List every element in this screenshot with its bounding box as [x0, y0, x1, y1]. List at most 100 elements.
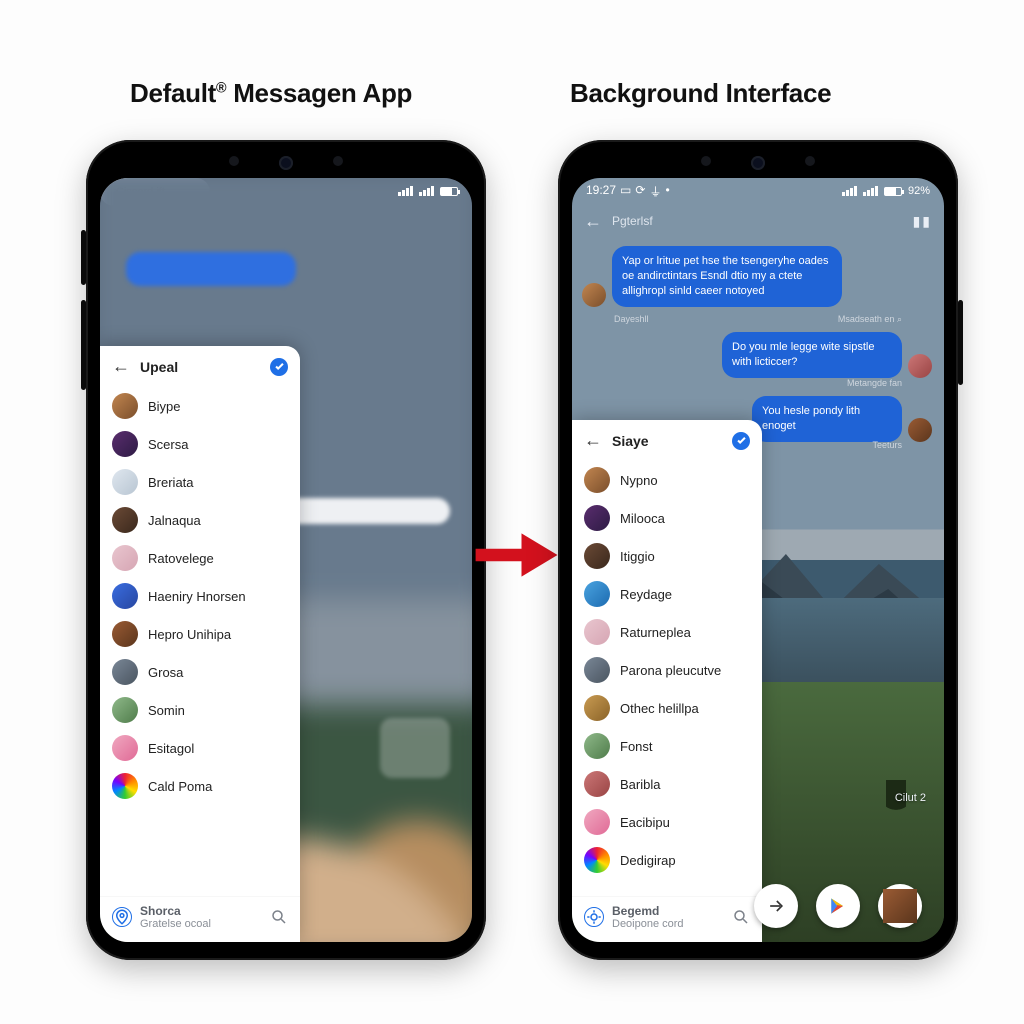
- avatar: [112, 431, 138, 457]
- contact-name: Cald Poma: [148, 779, 212, 794]
- blurred-bubble: [380, 718, 450, 778]
- battery-icon: [440, 187, 458, 196]
- contact-name: Othec helillpa: [620, 701, 699, 716]
- contact-row[interactable]: Milooca: [572, 499, 762, 537]
- avatar: [112, 393, 138, 419]
- avatar: [112, 469, 138, 495]
- contact-row[interactable]: Haeniry Hnorsen: [100, 577, 300, 615]
- chat-title: Pgterlsf: [612, 214, 653, 228]
- contact-row[interactable]: Breriata: [100, 463, 300, 501]
- avatar: [883, 889, 917, 923]
- contact-name: Itiggio: [620, 549, 655, 564]
- signal-icon: [398, 186, 413, 196]
- avatar: [584, 581, 610, 607]
- confirm-button[interactable]: [732, 432, 750, 450]
- message-received[interactable]: Yap or lritue pet hse the tsengeryhe oad…: [612, 246, 842, 307]
- avatar: [112, 507, 138, 533]
- avatar: [112, 659, 138, 685]
- contact-name: Dedigirap: [620, 853, 676, 868]
- back-icon[interactable]: ←: [584, 430, 602, 451]
- pause-icon[interactable]: ▮▮: [913, 213, 932, 230]
- signal-icon: [842, 186, 857, 196]
- contact-row[interactable]: Baribla: [572, 765, 762, 803]
- contact-row[interactable]: Reydage: [572, 575, 762, 613]
- confirm-button[interactable]: [270, 358, 288, 376]
- screen-background: 19:27 ▭ ⟳ ⏚ • 92% ← Pgterlsf ▮▮ Yap or l…: [572, 178, 944, 942]
- contact-row[interactable]: Esitagol: [100, 729, 300, 767]
- screen-default: Ciscord ift ← Upeal BiypeScersaBreriataJ…: [100, 178, 472, 942]
- contact-name: Scersa: [148, 437, 188, 452]
- avatar: [908, 354, 932, 378]
- search-icon[interactable]: [270, 908, 288, 926]
- status-bar: 19:27 ▭ ⟳ ⏚ • 92%: [572, 178, 944, 204]
- contact-name: Grosa: [148, 665, 183, 680]
- signal-icon: [863, 186, 878, 196]
- avatar: [584, 733, 610, 759]
- contact-row[interactable]: Parona pleucutve: [572, 651, 762, 689]
- avatar: [112, 773, 138, 799]
- contact-row[interactable]: Biype: [100, 387, 300, 425]
- card-icon: ▭: [620, 183, 631, 200]
- location-icon[interactable]: [112, 907, 132, 927]
- timestamp: Teeturs: [872, 440, 902, 450]
- avatar: [584, 543, 610, 569]
- avatar: [582, 283, 606, 307]
- share-button[interactable]: [754, 884, 798, 928]
- contact-row[interactable]: Eacibipu: [572, 803, 762, 841]
- contact-row[interactable]: Raturneplea: [572, 613, 762, 651]
- timestamp: Metangde fan: [847, 378, 902, 388]
- timestamp: Dayeshll: [614, 314, 649, 324]
- battery-icon: [884, 187, 902, 196]
- contact-row[interactable]: Somin: [100, 691, 300, 729]
- play-store-button[interactable]: [816, 884, 860, 928]
- contact-row[interactable]: Nypno: [572, 461, 762, 499]
- contact-row[interactable]: Itiggio: [572, 537, 762, 575]
- contact-row[interactable]: Scersa: [100, 425, 300, 463]
- profile-button[interactable]: [878, 884, 922, 928]
- contact-name: Hepro Unihipa: [148, 627, 231, 642]
- contact-row[interactable]: Fonst: [572, 727, 762, 765]
- phone-default: Ciscord ift ← Upeal BiypeScersaBreriataJ…: [86, 140, 486, 960]
- contact-name: Ratovelege: [148, 551, 214, 566]
- back-icon[interactable]: ←: [584, 211, 602, 232]
- avatar: [584, 467, 610, 493]
- wifi-icon: ⏚: [649, 183, 661, 200]
- contact-name: Biype: [148, 399, 181, 414]
- contact-row[interactable]: Ratovelege: [100, 539, 300, 577]
- avatar: [584, 695, 610, 721]
- avatar: [112, 697, 138, 723]
- contact-name: Milooca: [620, 511, 665, 526]
- contact-name: Haeniry Hnorsen: [148, 589, 246, 604]
- panel-title: Upeal: [140, 359, 178, 375]
- contact-row[interactable]: Hepro Unihipa: [100, 615, 300, 653]
- contact-name: Breriata: [148, 475, 194, 490]
- chat-header: ← Pgterlsf ▮▮: [572, 204, 944, 238]
- message-sent[interactable]: Do you mle legge wite sipstle with licti…: [722, 332, 902, 378]
- avatar: [584, 771, 610, 797]
- sync-icon: ⟳: [635, 183, 645, 200]
- contact-row[interactable]: Cald Poma: [100, 767, 300, 805]
- dock: [572, 884, 944, 928]
- footer-text: Shorca Gratelse ocoal: [140, 905, 211, 930]
- contact-row[interactable]: Jalnaqua: [100, 501, 300, 539]
- contact-name: Jalnaqua: [148, 513, 201, 528]
- battery-pct: 92%: [908, 185, 930, 197]
- back-icon[interactable]: ←: [112, 356, 130, 377]
- avatar: [112, 735, 138, 761]
- contact-row[interactable]: Dedigirap: [572, 841, 762, 879]
- avatar: [112, 583, 138, 609]
- panel-title: Siaye: [612, 433, 649, 449]
- contact-panel: ← Siaye Nypno Milooca Itiggio Reydage Raturn…: [572, 420, 762, 942]
- wallpaper-caption: Cilut 2: [895, 792, 926, 804]
- blurred-bubble: [126, 252, 296, 286]
- status-bar: [100, 178, 472, 204]
- contact-panel: ← Upeal Biype Scersa Breriata Jalnaqua Ratov…: [100, 346, 300, 942]
- contact-name: Reydage: [620, 587, 672, 602]
- timestamp: Msadseath en ⌕: [838, 314, 902, 325]
- transition-arrow: [472, 525, 562, 585]
- contact-name: Eacibipu: [620, 815, 670, 830]
- message-sent[interactable]: You hesle pondy lith enoget: [752, 396, 902, 442]
- heading-left: Default® Messagen App: [130, 78, 412, 109]
- contact-row[interactable]: Grosa: [100, 653, 300, 691]
- contact-row[interactable]: Othec helillpa: [572, 689, 762, 727]
